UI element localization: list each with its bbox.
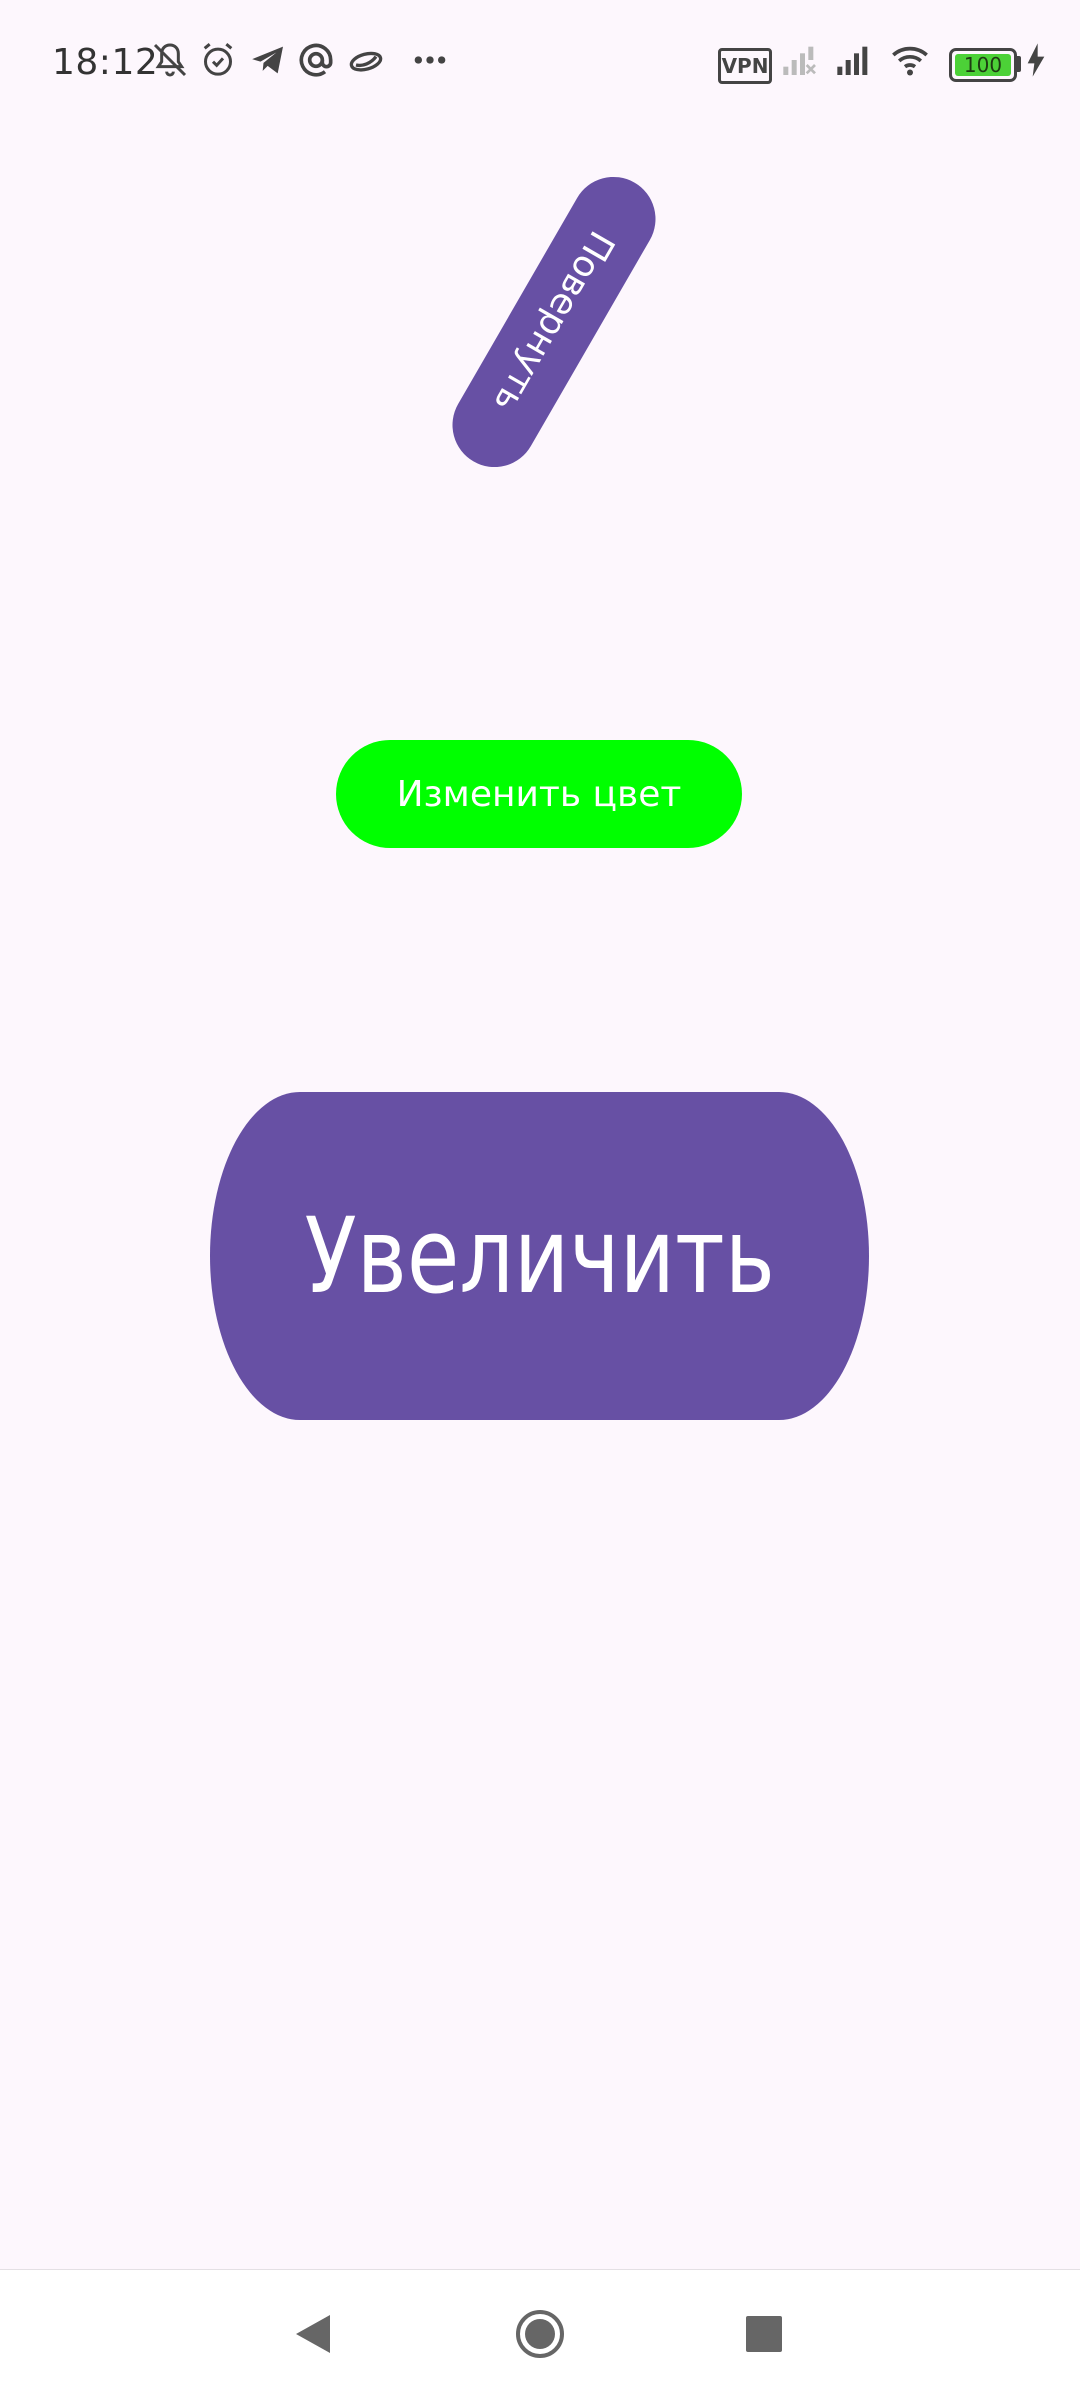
enlarge-button-label: Увеличить <box>304 1195 775 1317</box>
more-icon <box>410 40 450 80</box>
signal-icon <box>834 40 874 80</box>
wifi-icon <box>890 40 930 80</box>
enlarge-button[interactable]: Увеличить <box>210 1092 869 1420</box>
alarm-icon <box>198 40 238 80</box>
status-time: 18:12 <box>52 42 159 83</box>
home-icon[interactable] <box>514 2308 566 2360</box>
recent-apps-icon[interactable] <box>746 2316 782 2352</box>
signal-icon <box>780 40 820 80</box>
bell-off-icon <box>150 40 190 80</box>
status-bar: 18:12 VPN 100 <box>0 0 1080 128</box>
battery-icon: 100 <box>949 48 1017 82</box>
vpn-indicator: VPN <box>718 48 772 84</box>
battery-cap <box>1016 56 1021 72</box>
rotate-button-label: Повернуть <box>485 224 623 420</box>
change-color-button[interactable]: Изменить цвет <box>336 740 742 848</box>
app-screen: 18:12 VPN 100 Повернуть Изменить цвет Ув… <box>0 0 1080 2400</box>
rotate-button[interactable]: Повернуть <box>437 161 671 483</box>
charging-icon <box>1024 40 1048 80</box>
cloud-icon <box>346 40 386 80</box>
back-icon[interactable] <box>292 2313 332 2355</box>
battery-level: 100 <box>955 54 1011 76</box>
telegram-icon <box>248 40 288 80</box>
change-color-button-label: Изменить цвет <box>396 773 682 815</box>
at-icon <box>296 40 336 80</box>
